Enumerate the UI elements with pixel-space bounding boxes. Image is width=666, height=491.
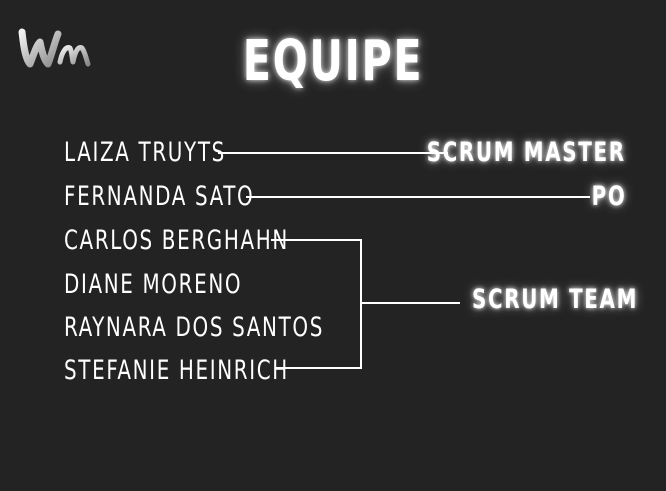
team-diagram: EQUIPE LAIZA TRUYTS FERNANDA SATO CARLOS… — [0, 0, 666, 491]
connector-lines — [218, 152, 590, 369]
team-bracket — [271, 239, 362, 369]
